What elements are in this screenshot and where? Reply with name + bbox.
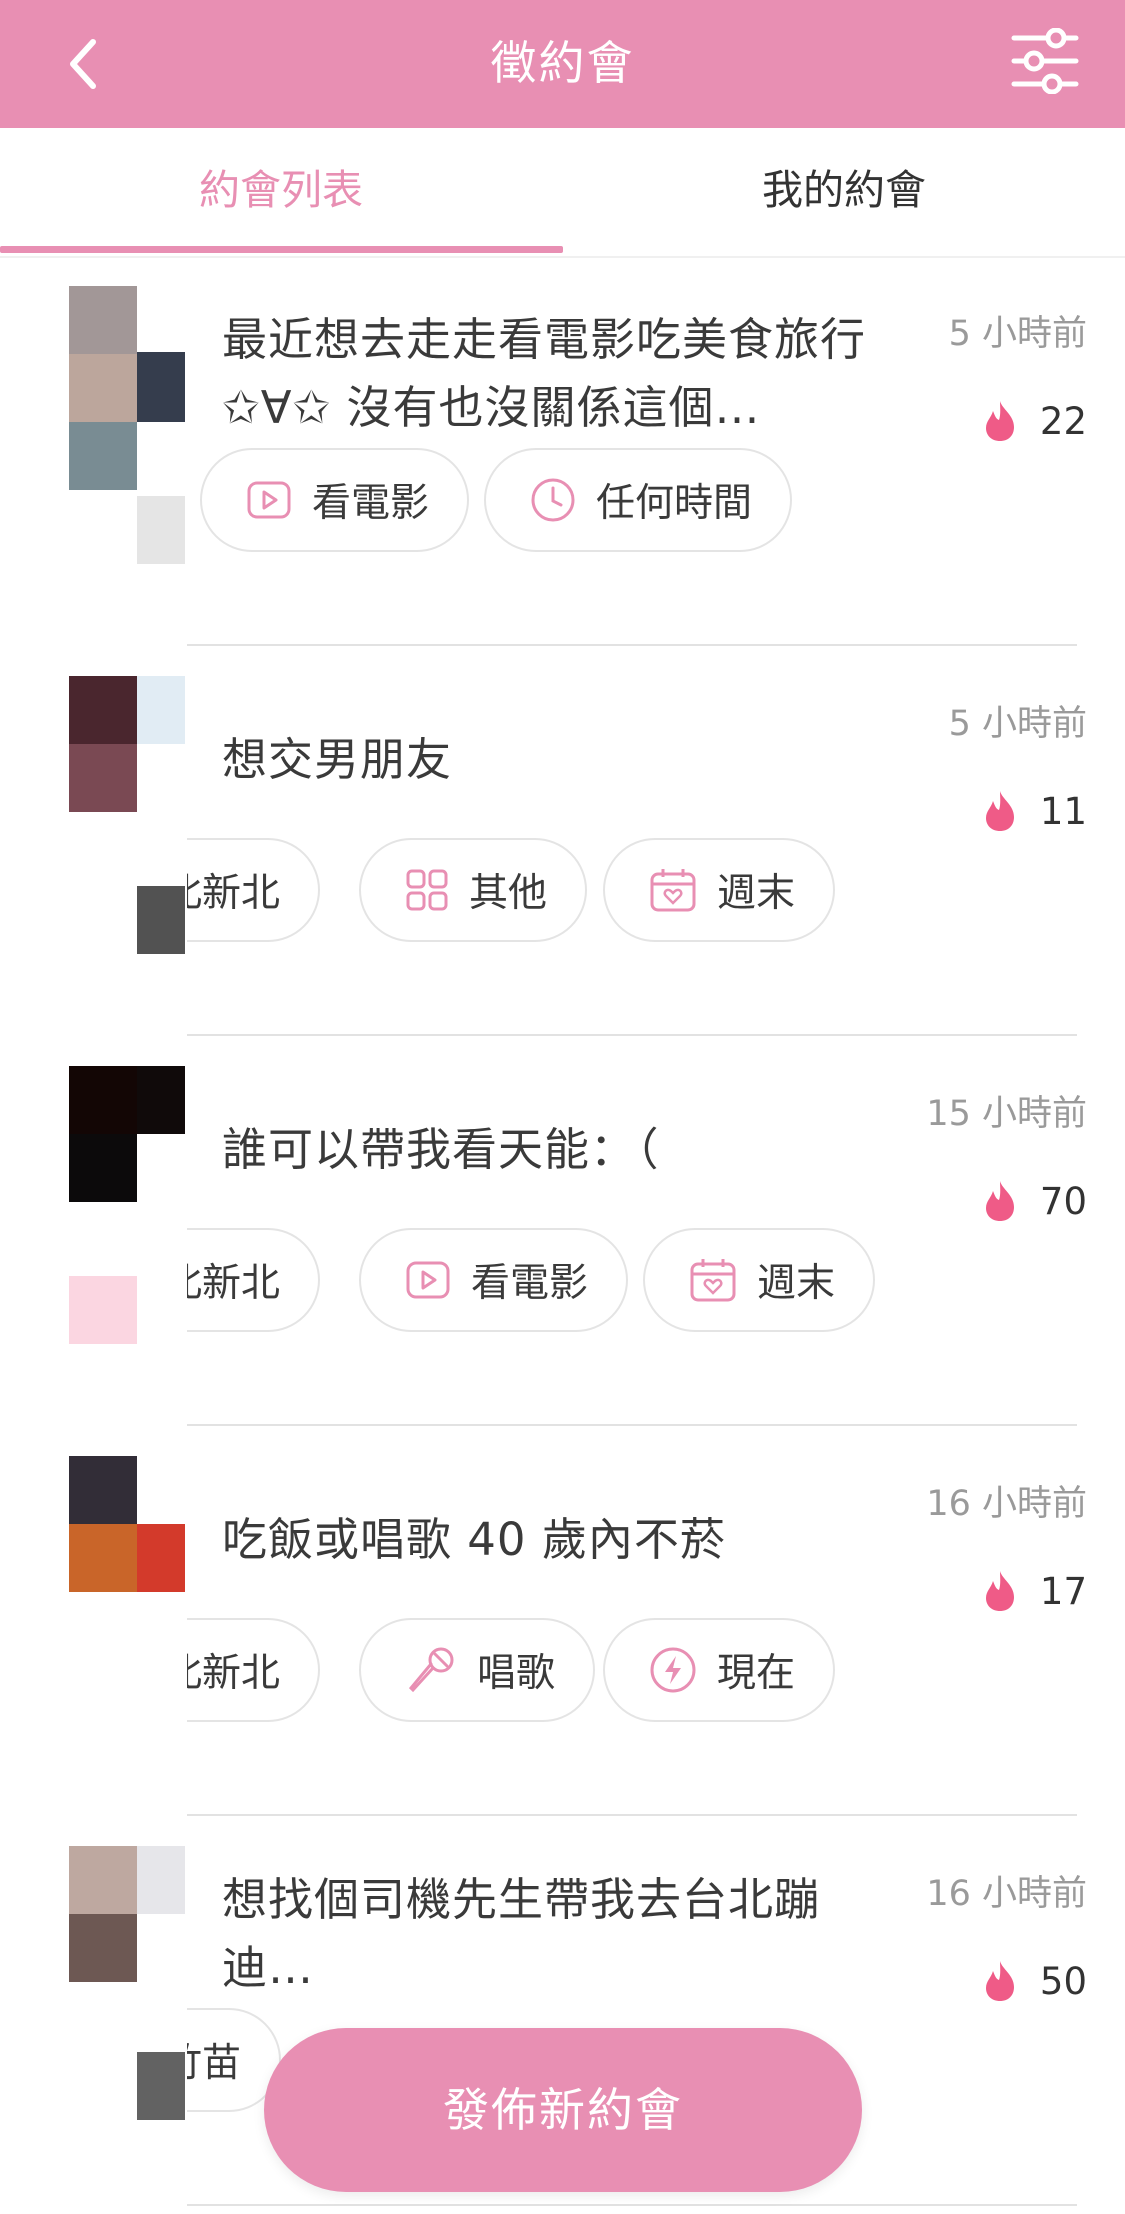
tag-chip[interactable]: 現在 [603,1618,836,1722]
list-item[interactable]: 最近想去走走看電影吃美食旅行 ✩∀✩ 沒有也沒關係這個… 5 小時前 22 看電… [0,256,1125,646]
post-title: 最近想去走走看電影吃美食旅行 ✩∀✩ 沒有也沒關係這個… [222,313,867,434]
tag-row: 北新北 唱歌 現在 [187,1618,1087,1728]
post-time: 5 小時前 [948,314,1087,354]
post-title: 誰可以帶我看天能：（ [222,1123,660,1176]
tab-bar: 約會列表 我的約會 [0,128,1125,258]
sliders-icon[interactable] [1010,28,1080,94]
tag-row: 北新北 看電影 週末 [187,1228,1087,1338]
heat-count: 50 [982,1958,1087,2004]
microphone-icon [408,1647,454,1693]
tag-chip[interactable]: 任何時間 [484,448,793,552]
lightning-icon [650,1647,696,1693]
tag-chip[interactable]: 唱歌 [359,1618,596,1722]
avatar[interactable] [69,1066,189,1346]
calendar-icon [650,869,696,912]
heat-value: 11 [1039,789,1087,833]
post-time: 16 小時前 [926,1484,1087,1524]
calendar-icon [690,1259,736,1302]
heat-count: 70 [982,1178,1087,1224]
tag-chip[interactable]: 其他 [359,838,588,942]
flame-icon [985,1961,1014,2001]
post-time: 5 小時前 [948,704,1087,744]
tag-chip[interactable]: 週末 [603,838,836,942]
tab-date-list[interactable]: 約會列表 [0,128,562,252]
app-header: 徵約會 [0,0,1125,128]
flame-icon [985,401,1014,441]
avatar[interactable] [69,286,189,566]
flame-icon [985,1181,1014,1221]
tag-chip[interactable]: 看電影 [359,1228,629,1332]
list-item[interactable]: 誰可以帶我看天能：（ 15 小時前 70 北新北 看電影 週末 [0,1036,1125,1426]
post-title: 吃飯或唱歌 40 歲內不菸 [222,1513,726,1566]
list-item[interactable]: 想交男朋友 5 小時前 11 北新北 其他 週末 [0,646,1125,1036]
tag-row: 看電影 任何時間 [200,448,1100,558]
tag-chip[interactable]: 北新北 [187,838,321,942]
avatar[interactable] [69,676,189,956]
date-post-list: 最近想去走走看電影吃美食旅行 ✩∀✩ 沒有也沒關係這個… 5 小時前 22 看電… [0,256,1125,2214]
heat-value: 50 [1039,1959,1087,2003]
active-tab-indicator [0,246,563,253]
post-title: 想交男朋友 [222,733,453,786]
post-title: 想找個司機先生帶我去台北蹦迪… [222,1873,821,1994]
tab-my-dates[interactable]: 我的約會 [563,128,1125,252]
tag-row: 北新北 其他 週末 [187,838,1087,948]
page-title: 徵約會 [490,36,635,90]
tag-chip[interactable]: 北新北 [187,1618,321,1722]
list-item[interactable]: 吃飯或唱歌 40 歲內不菸 16 小時前 17 北新北 唱歌 現在 [0,1426,1125,1816]
grid-icon [406,869,448,911]
heat-value: 70 [1039,1179,1087,1223]
flame-icon [985,1571,1014,1611]
tag-chip[interactable]: 週末 [643,1228,876,1332]
flame-icon [985,791,1014,831]
post-time: 16 小時前 [926,1874,1087,1914]
tag-chip[interactable]: 北新北 [187,1228,321,1332]
divider [187,2204,1077,2206]
heat-count: 17 [982,1568,1087,1614]
tag-chip[interactable]: 看電影 [200,448,470,552]
heat-value: 22 [1039,399,1087,443]
avatar[interactable] [69,1456,189,1736]
heat-value: 17 [1039,1569,1087,1613]
play-icon [406,1261,450,1299]
play-icon [247,481,291,519]
post-time: 15 小時前 [926,1094,1087,1134]
clock-icon [531,478,575,522]
publish-new-date-button[interactable]: 發佈新約會 [264,2028,862,2192]
heat-count: 11 [982,788,1087,834]
avatar[interactable] [69,1846,189,2126]
heat-count: 22 [982,398,1087,444]
